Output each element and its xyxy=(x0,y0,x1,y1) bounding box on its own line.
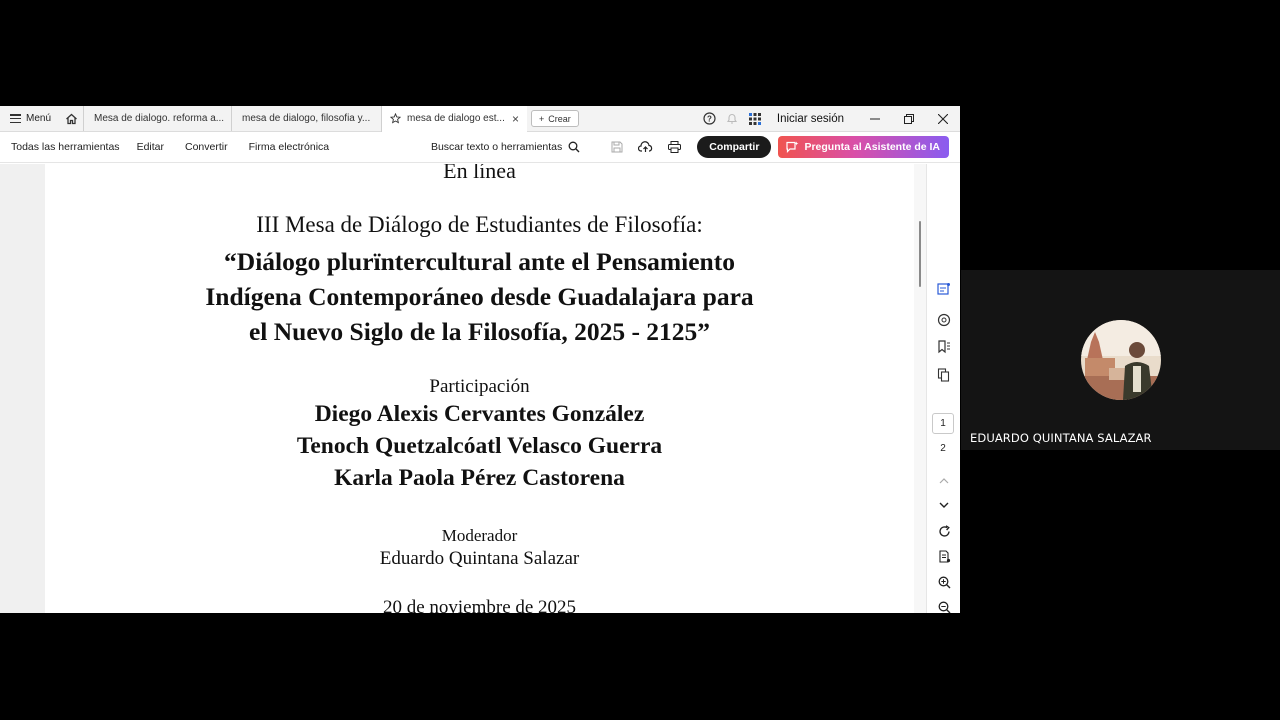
participant-name: EDUARDO QUINTANA SALAZAR xyxy=(970,431,1152,445)
save-icon[interactable] xyxy=(602,141,631,153)
bell-icon[interactable] xyxy=(721,112,744,125)
help-icon[interactable]: ? xyxy=(698,112,721,125)
tool-edit[interactable]: Editar xyxy=(128,141,172,153)
participant-2: Tenoch Quetzalcóatl Velasco Guerra xyxy=(296,433,663,459)
tool-all-tools[interactable]: Todas las herramientas xyxy=(0,141,128,153)
pages-icon[interactable] xyxy=(935,366,953,384)
chevron-up-icon[interactable] xyxy=(935,472,953,490)
ai-assistant-label: Pregunta al Asistente de IA xyxy=(804,141,940,153)
tab-label: Mesa de dialogo. reforma a... xyxy=(94,113,225,124)
current-page-box[interactable]: 1 xyxy=(932,413,954,434)
chevron-down-icon[interactable] xyxy=(935,496,953,514)
hamburger-icon xyxy=(10,114,21,123)
plus-icon: + xyxy=(539,113,545,124)
zoom-in-icon[interactable] xyxy=(935,573,953,591)
tab-label: mesa de dialogo, filosofia y... xyxy=(242,113,371,124)
tab-document-2[interactable]: mesa de dialogo, filosofia y... xyxy=(231,106,381,131)
menu-label: Menú xyxy=(26,113,52,124)
moderator-label: Moderador xyxy=(441,526,518,545)
close-window-icon[interactable] xyxy=(926,106,960,131)
search-tools-button[interactable]: Buscar texto o herramientas xyxy=(431,141,580,153)
toolbar: Todas las herramientas Editar Convertir … xyxy=(0,132,960,163)
zoom-out-icon[interactable] xyxy=(935,598,953,613)
print-icon[interactable] xyxy=(660,141,689,153)
tab-document-1[interactable]: Mesa de dialogo. reforma a... xyxy=(83,106,231,131)
tool-e-signature[interactable]: Firma electrónica xyxy=(236,141,338,153)
pdf-page: En línea III Mesa de Diálogo de Estudian… xyxy=(45,164,914,613)
next-page-number[interactable]: 2 xyxy=(932,443,954,454)
close-tab-icon[interactable]: × xyxy=(512,112,519,126)
participant-3: Karla Paola Pérez Castorena xyxy=(334,465,625,491)
home-icon[interactable] xyxy=(59,106,83,131)
participant-tile[interactable]: EDUARDO QUINTANA SALAZAR xyxy=(961,270,1280,450)
tool-convert[interactable]: Convertir xyxy=(172,141,236,153)
title-line-1: “Diálogo plurïntercultural ante el Pensa… xyxy=(224,247,735,276)
ai-assistant-button[interactable]: Pregunta al Asistente de IA xyxy=(778,136,949,158)
participant-avatar xyxy=(1081,320,1161,400)
meeting-stage: Menú Mesa de dialogo. reforma a... mesa … xyxy=(0,0,1280,720)
shared-screen: Menú Mesa de dialogo. reforma a... mesa … xyxy=(0,106,960,613)
cloud-upload-icon[interactable] xyxy=(631,141,660,153)
menu-button[interactable]: Menú xyxy=(0,106,59,131)
annotation-icon[interactable] xyxy=(935,311,953,329)
vertical-scrollbar[interactable] xyxy=(914,164,926,613)
scroll-thumb[interactable] xyxy=(919,221,921,287)
refresh-icon[interactable] xyxy=(935,522,953,540)
signin-link[interactable]: Iniciar sesión xyxy=(777,113,844,125)
bookmark-icon[interactable] xyxy=(935,338,953,356)
participant-1: Diego Alexis Cervantes González xyxy=(314,401,645,427)
participation-label: Participación xyxy=(429,376,530,397)
apps-grid-icon[interactable] xyxy=(744,112,767,125)
svg-text:?: ? xyxy=(707,115,712,124)
star-icon[interactable] xyxy=(390,113,402,124)
create-button[interactable]: + Crear xyxy=(531,110,579,127)
restore-icon[interactable] xyxy=(892,106,926,131)
page-settings-icon[interactable] xyxy=(935,547,953,565)
moderator-name: Eduardo Quintana Salazar xyxy=(379,548,580,569)
document-viewer[interactable]: En línea III Mesa de Diálogo de Estudian… xyxy=(0,164,926,613)
title-line-2: Indígena Contemporáneo desde Guadalajara… xyxy=(205,282,754,311)
mode-line: En línea xyxy=(443,164,516,183)
tab-document-active[interactable]: mesa de dialogo est... × xyxy=(381,106,528,132)
ai-chat-icon xyxy=(786,141,799,153)
right-rail: 1 2 xyxy=(926,164,960,613)
comment-tool-icon[interactable] xyxy=(935,280,953,298)
title-line-3: el Nuevo Siglo de la Filosofía, 2025 - 2… xyxy=(248,317,711,346)
search-icon xyxy=(568,141,580,153)
minimize-icon[interactable] xyxy=(858,106,892,131)
event-line: III Mesa de Diálogo de Estudiantes de Fi… xyxy=(256,212,703,237)
create-label: Crear xyxy=(548,113,571,124)
tab-label: mesa de dialogo est... xyxy=(407,113,505,124)
tab-bar: Menú Mesa de dialogo. reforma a... mesa … xyxy=(0,106,960,132)
share-button[interactable]: Compartir xyxy=(697,136,772,158)
event-date: 20 de noviembre de 2025 xyxy=(382,597,577,613)
search-tools-label: Buscar texto o herramientas xyxy=(430,141,563,153)
